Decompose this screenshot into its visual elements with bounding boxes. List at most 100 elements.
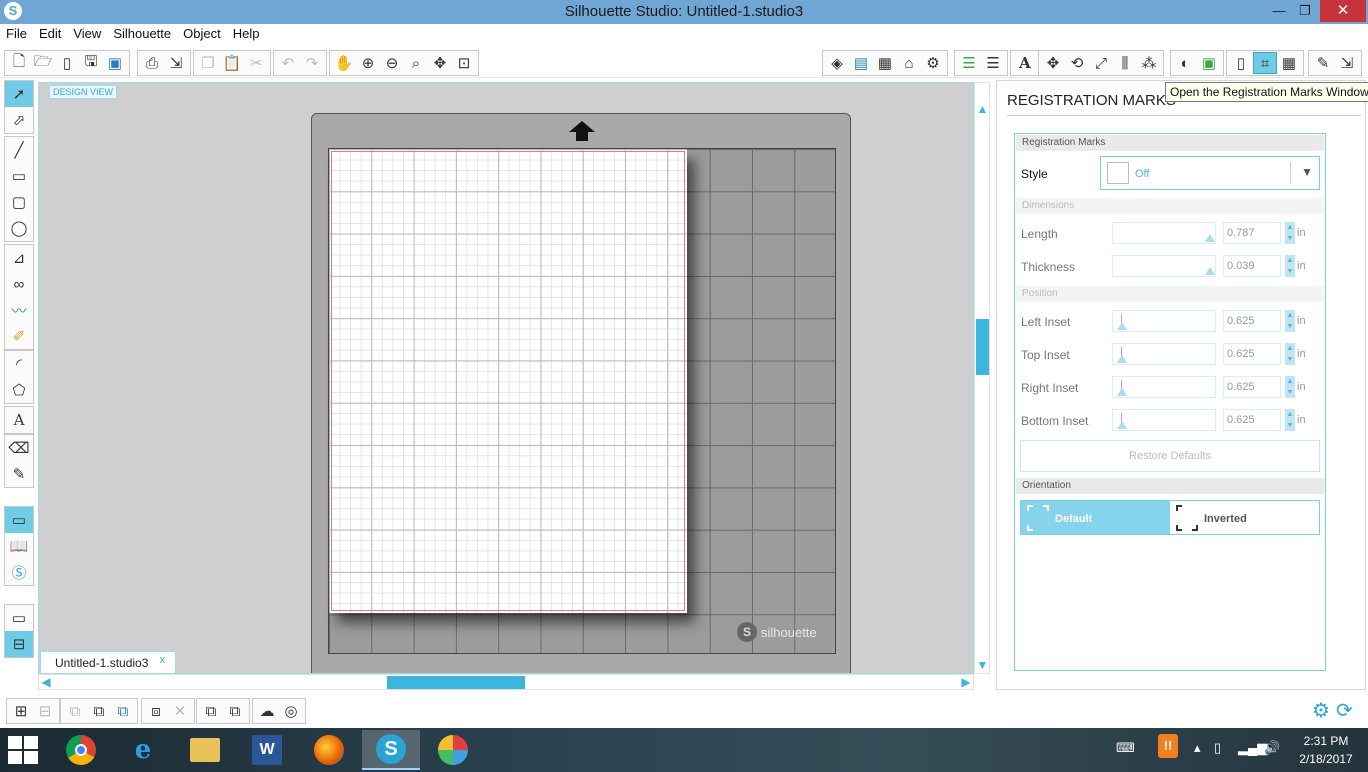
top-inset-spinner[interactable]: ▲ ▼ [1285, 343, 1295, 365]
right-inset-spinner[interactable]: ▲ ▼ [1285, 376, 1295, 398]
zoom-select-icon[interactable]: ⌕ [404, 52, 428, 74]
firefox-taskbar-button[interactable] [300, 730, 358, 770]
grid-icon[interactable]: ▦ [1277, 52, 1301, 74]
split-panel-icon[interactable]: ⊟ [5, 631, 33, 657]
drag-zoom-icon[interactable]: ✥ [428, 52, 452, 74]
ungroup-icon[interactable]: ⊟ [33, 700, 57, 722]
vertical-scroll-thumb[interactable] [976, 319, 989, 375]
menu-help[interactable]: Help [227, 24, 266, 41]
left-inset-slider[interactable] [1112, 310, 1216, 332]
weld-icon[interactable]: ☁ [255, 700, 279, 722]
bottom-inset-slider-knob[interactable] [1117, 421, 1127, 429]
minimize-button[interactable]: — [1266, 0, 1292, 22]
bottom-inset-spinner[interactable]: ▲ ▼ [1285, 409, 1295, 431]
thickness-input[interactable]: 0.039 [1223, 255, 1281, 277]
curve-tool-icon[interactable]: ∞ [5, 271, 33, 297]
restore-defaults-button[interactable]: Restore Defaults [1020, 440, 1320, 472]
page-paper[interactable] [329, 149, 687, 613]
fit-to-window-icon[interactable]: ⊡ [452, 52, 476, 74]
menu-view[interactable]: View [67, 24, 107, 41]
vertical-scrollbar[interactable]: ▲ ▼ [974, 82, 990, 674]
knife-tool-icon[interactable]: ✎ [5, 461, 33, 487]
scroll-up-arrow-icon[interactable]: ▲ [976, 103, 989, 116]
spin-up-icon[interactable]: ▲ [1285, 376, 1295, 387]
rotate-icon[interactable]: ⟲ [1065, 52, 1089, 74]
top-inset-slider[interactable] [1112, 343, 1216, 365]
settings-gear-icon[interactable]: ⚙ [1312, 698, 1330, 723]
duplicate-object-icon[interactable]: ⧈ [144, 700, 168, 722]
copy-icon[interactable]: ❐ [196, 52, 220, 74]
top-inset-input[interactable]: 0.625 [1223, 343, 1281, 365]
length-slider-knob[interactable] [1205, 234, 1215, 242]
offset-circle-icon[interactable]: ◎ [279, 700, 303, 722]
close-button[interactable]: ✕ [1320, 0, 1366, 22]
horizontal-scroll-thumb[interactable] [387, 676, 525, 689]
keyboard-tray-icon[interactable]: ⌨ [1116, 740, 1135, 756]
bottom-inset-input[interactable]: 0.625 [1223, 409, 1281, 431]
delete-icon[interactable]: ✕ [168, 700, 192, 722]
library-icon[interactable]: 📖 [5, 533, 33, 559]
rounded-rectangle-tool-icon[interactable]: ▢ [5, 189, 33, 215]
scroll-right-arrow-icon[interactable]: ▶ [959, 675, 973, 689]
redo-icon[interactable]: ↷ [300, 52, 324, 74]
spin-down-icon[interactable]: ▼ [1285, 321, 1295, 332]
right-inset-input[interactable]: 0.625 [1223, 376, 1281, 398]
length-slider[interactable] [1112, 222, 1216, 244]
menu-file[interactable]: File [0, 24, 33, 41]
line-color-icon[interactable]: ⌂ [897, 52, 921, 74]
smooth-freehand-tool-icon[interactable]: ✐ [5, 323, 33, 349]
spin-down-icon[interactable]: ▼ [1285, 420, 1295, 431]
internet-explorer-taskbar-button[interactable]: e [114, 730, 172, 770]
rectangle-tool-icon[interactable]: ▭ [5, 163, 33, 189]
text-style-icon[interactable]: A [1013, 52, 1037, 74]
design-view-icon[interactable]: ▭ [5, 507, 33, 533]
left-inset-slider-knob[interactable] [1117, 322, 1127, 330]
registration-marks-icon[interactable]: ⌗ [1253, 52, 1277, 74]
line-style-stripes-icon[interactable]: ☰ [981, 52, 1005, 74]
release-compound-path-icon[interactable]: ⧉ [87, 700, 111, 722]
windows-start-icon[interactable] [8, 736, 40, 764]
paint-taskbar-button[interactable] [424, 730, 482, 770]
menu-edit[interactable]: Edit [33, 24, 67, 41]
freehand-tool-icon[interactable]: 〰 [5, 297, 33, 323]
style-dropdown[interactable]: Off ▼ [1100, 156, 1320, 190]
open-library-icon[interactable]: ▯ [55, 52, 79, 74]
regular-polygon-tool-icon[interactable]: ⬠ [5, 377, 33, 403]
single-panel-icon[interactable]: ▭ [5, 605, 33, 631]
save-to-library-icon[interactable]: ▣ [103, 52, 127, 74]
save-icon[interactable]: 🖫 [79, 52, 103, 74]
send-cut-icon[interactable]: ⇲ [1335, 52, 1359, 74]
spin-down-icon[interactable]: ▼ [1285, 354, 1295, 365]
bring-to-front-icon[interactable]: ⧉ [199, 700, 223, 722]
show-hidden-icons-icon[interactable]: ▴ [1194, 740, 1201, 756]
line-tool-icon[interactable]: ╱ [5, 137, 33, 163]
thickness-slider[interactable] [1112, 255, 1216, 277]
duplicate-icon[interactable]: ⧉ [111, 700, 135, 722]
document-tab-close-icon[interactable]: x [160, 654, 166, 666]
zoom-out-icon[interactable]: ⊖ [380, 52, 404, 74]
horizontal-scrollbar[interactable]: ◀ ▶ [38, 674, 974, 690]
spin-down-icon[interactable]: ▼ [1285, 233, 1295, 244]
right-inset-slider-knob[interactable] [1117, 388, 1127, 396]
group-icon[interactable]: ⊞ [9, 700, 33, 722]
line-color-stripes-icon[interactable]: ☰ [957, 52, 981, 74]
scale-icon[interactable]: ⤢ [1089, 52, 1113, 74]
undo-icon[interactable]: ↶ [276, 52, 300, 74]
chevron-down-icon[interactable]: ▼ [1301, 165, 1313, 179]
spin-down-icon[interactable]: ▼ [1285, 266, 1295, 277]
modify-icon[interactable]: ◐ [1173, 52, 1197, 74]
thickness-slider-knob[interactable] [1205, 267, 1215, 275]
volume-icon[interactable]: 🔊 [1264, 740, 1280, 756]
menu-object[interactable]: Object [177, 24, 227, 41]
notification-app-tray-icon[interactable]: !! [1158, 734, 1178, 758]
left-inset-input[interactable]: 0.625 [1223, 310, 1281, 332]
new-document-icon[interactable]: 🗋 [7, 52, 31, 74]
length-input[interactable]: 0.787 [1223, 222, 1281, 244]
eraser-tool-icon[interactable]: ⌫ [5, 435, 33, 461]
polygon-tool-icon[interactable]: ⊿ [5, 245, 33, 271]
fill-gradient-icon[interactable]: ▤ [849, 52, 873, 74]
network-signal-icon[interactable]: ▂▄▆ [1238, 740, 1267, 756]
open-folder-icon[interactable]: 🗁 [31, 52, 55, 74]
cut-settings-icon[interactable]: ✎ [1311, 52, 1335, 74]
menu-silhouette[interactable]: Silhouette [107, 24, 177, 41]
